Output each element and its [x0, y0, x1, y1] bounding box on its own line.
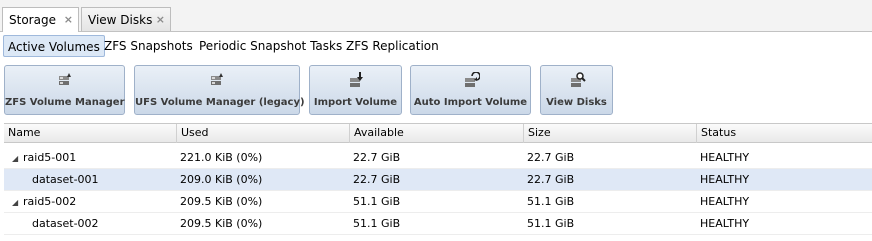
volume-manager-icon — [211, 73, 223, 85]
column-header-size[interactable]: Size — [523, 124, 696, 143]
row-name: dataset-001 — [32, 173, 99, 186]
import-icon — [349, 72, 363, 87]
row-used: 221.0 KiB (0%) — [180, 151, 263, 164]
ufs-volume-manager-button[interactable]: UFS Volume Manager (legacy) — [134, 65, 305, 115]
row-used: 209.0 KiB (0%) — [180, 173, 263, 186]
row-status: HEALTHY — [700, 195, 750, 208]
view-disks-icon — [570, 72, 586, 87]
row-name: dataset-002 — [32, 217, 99, 230]
row-status: HEALTHY — [700, 173, 750, 186]
subtab-zfs-snapshots[interactable]: ZFS Snapshots — [100, 35, 197, 57]
tab-label: Storage — [9, 13, 56, 27]
button-label: Auto Import Volume — [413, 97, 528, 108]
row-size: 22.7 GiB — [527, 173, 575, 186]
row-available: 51.1 GiB — [353, 195, 401, 208]
tab-label: View Disks — [88, 13, 153, 27]
table-row[interactable]: dataset-001 209.0 KiB (0%) 22.7 GiB 22.7… — [4, 169, 872, 191]
button-label: ZFS Volume Manager — [5, 97, 125, 108]
close-icon[interactable]: × — [64, 8, 73, 32]
column-header-available[interactable]: Available — [349, 124, 523, 143]
row-name: raid5-001 — [23, 151, 77, 164]
tab-view-disks[interactable]: View Disks × — [81, 7, 171, 31]
row-size: 51.1 GiB — [527, 217, 575, 230]
view-disks-button[interactable]: View Disks — [540, 65, 613, 115]
toolbar: ZFS Volume Manager UFS Volume Manager (l… — [0, 64, 872, 116]
row-size: 51.1 GiB — [527, 195, 575, 208]
button-label: View Disks — [546, 97, 607, 108]
column-header-used[interactable]: Used — [176, 124, 349, 143]
subtab-active-volumes[interactable]: Active Volumes — [3, 35, 105, 57]
row-used: 209.5 KiB (0%) — [180, 217, 263, 230]
expand-arrow-icon[interactable]: ◢ — [12, 192, 23, 214]
column-header-name[interactable]: Name — [4, 124, 176, 143]
button-label: UFS Volume Manager (legacy) — [135, 97, 305, 108]
column-header-status[interactable]: Status — [696, 124, 872, 143]
expand-arrow-icon[interactable]: ◢ — [12, 148, 23, 170]
zfs-volume-manager-button[interactable]: ZFS Volume Manager — [4, 65, 125, 115]
button-label: Import Volume — [313, 97, 398, 108]
row-status: HEALTHY — [700, 151, 750, 164]
grid-header: Name Used Available Size Status — [4, 123, 872, 143]
import-volume-button[interactable]: Import Volume — [309, 65, 402, 115]
tab-strip: Storage × View Disks × — [0, 0, 872, 32]
row-available: 22.7 GiB — [353, 151, 401, 164]
subtab-zfs-replication[interactable]: ZFS Replication — [342, 35, 443, 57]
row-available: 22.7 GiB — [353, 173, 401, 186]
row-size: 22.7 GiB — [527, 151, 575, 164]
table-row[interactable]: ◢ raid5-002 209.5 KiB (0%) 51.1 GiB 51.1 … — [4, 191, 872, 213]
volumes-grid: Name Used Available Size Status ◢ raid5-0… — [4, 123, 872, 241]
auto-import-volume-button[interactable]: Auto Import Volume — [410, 65, 531, 115]
auto-import-icon — [464, 72, 480, 87]
sub-tab-bar: Active Volumes ZFS Snapshots Periodic Sn… — [0, 33, 872, 59]
row-used: 209.5 KiB (0%) — [180, 195, 263, 208]
row-status: HEALTHY — [700, 217, 750, 230]
row-available: 51.1 GiB — [353, 217, 401, 230]
subtab-periodic-snapshot-tasks[interactable]: Periodic Snapshot Tasks — [195, 35, 346, 57]
table-row[interactable]: dataset-002 209.5 KiB (0%) 51.1 GiB 51.1… — [4, 213, 872, 235]
tab-storage[interactable]: Storage × — [2, 7, 79, 32]
row-name: raid5-002 — [23, 195, 77, 208]
table-row[interactable]: ◢ raid5-001 221.0 KiB (0%) 22.7 GiB 22.7 … — [4, 147, 872, 169]
volume-manager-icon — [58, 73, 71, 85]
close-icon[interactable]: × — [156, 8, 165, 32]
